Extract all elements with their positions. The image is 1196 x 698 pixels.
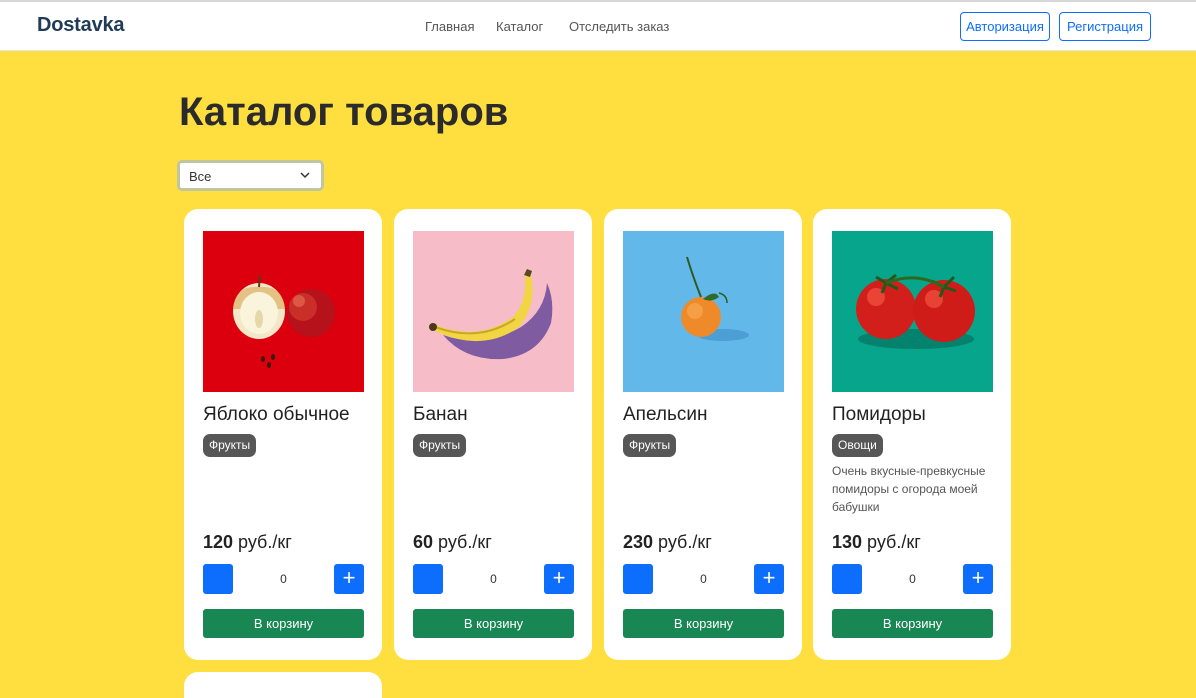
- decrease-quantity-button[interactable]: [203, 564, 233, 594]
- quantity-value: 0: [700, 572, 707, 586]
- navbar: Dostavka Главная Каталог Отследить заказ…: [0, 2, 1196, 51]
- add-to-cart-button[interactable]: В корзину: [413, 609, 574, 638]
- product-price: 120 руб./кг: [203, 532, 292, 553]
- add-to-cart-button[interactable]: В корзину: [623, 609, 784, 638]
- category-badge: Овощи: [832, 434, 883, 457]
- product-description: Очень вкусные-превкусные помидоры с огор…: [832, 464, 986, 514]
- orange-photo: [623, 231, 784, 392]
- add-to-cart-button[interactable]: В корзину: [832, 609, 993, 638]
- decrease-quantity-button[interactable]: [413, 564, 443, 594]
- tomato-photo: [832, 231, 993, 392]
- decrease-quantity-button[interactable]: [832, 564, 862, 594]
- price-value: 130: [832, 532, 863, 552]
- add-to-cart-button[interactable]: В корзину: [203, 609, 364, 638]
- price-unit: руб./кг: [653, 532, 712, 552]
- product-name: Банан: [413, 404, 468, 425]
- brand-logo[interactable]: Dostavka: [37, 14, 125, 37]
- price-value: 60: [413, 532, 434, 552]
- decrease-quantity-button[interactable]: [623, 564, 653, 594]
- apple-photo: [203, 231, 364, 392]
- category-filter-value: Все: [189, 169, 212, 184]
- price-unit: руб./кг: [433, 532, 492, 552]
- product-image-orange: [623, 231, 784, 392]
- nav-link-home[interactable]: Главная: [425, 19, 474, 34]
- price-unit: руб./кг: [862, 532, 921, 552]
- product-card: Банан Фрукты 60 руб./кг 0 + В корзину: [394, 209, 592, 660]
- product-card: Помидоры Овощи Очень вкусные-превкусные …: [813, 209, 1011, 660]
- product-card: Апельсин Фрукты 230 руб./кг 0 + В корзин…: [604, 209, 802, 660]
- quantity-value: 0: [909, 572, 916, 586]
- product-name: Апельсин: [623, 404, 708, 425]
- increase-quantity-button[interactable]: +: [544, 564, 574, 594]
- product-card-partial: [184, 672, 382, 698]
- product-price: 230 руб./кг: [623, 532, 712, 553]
- nav-link-track-order[interactable]: Отследить заказ: [569, 19, 669, 34]
- product-price: 60 руб./кг: [413, 532, 492, 553]
- category-badge: Фрукты: [413, 434, 467, 457]
- increase-quantity-button[interactable]: +: [334, 564, 364, 594]
- product-name: Яблоко обычное: [203, 404, 350, 425]
- quantity-value: 0: [490, 572, 497, 586]
- category-badge: Фрукты: [623, 434, 677, 457]
- price-unit: руб./кг: [233, 532, 292, 552]
- increase-quantity-button[interactable]: +: [963, 564, 993, 594]
- nav-link-catalog[interactable]: Каталог: [496, 19, 543, 34]
- category-filter-select[interactable]: Все: [177, 160, 324, 191]
- quantity-value: 0: [280, 572, 287, 586]
- product-image-apple: [203, 231, 364, 392]
- chevron-down-icon: [300, 172, 310, 179]
- product-price: 130 руб./кг: [832, 532, 921, 553]
- product-card: Яблоко обычное Фрукты 120 руб./кг 0 + В …: [184, 209, 382, 660]
- banana-photo: [413, 231, 574, 392]
- page-title: Каталог товаров: [179, 90, 509, 134]
- increase-quantity-button[interactable]: +: [754, 564, 784, 594]
- login-button[interactable]: Авторизация: [960, 12, 1050, 41]
- price-value: 120: [203, 532, 234, 552]
- price-value: 230: [623, 532, 654, 552]
- register-button[interactable]: Регистрация: [1059, 12, 1151, 41]
- product-image-banana: [413, 231, 574, 392]
- product-name: Помидоры: [832, 404, 926, 425]
- product-image-tomato: [832, 231, 993, 392]
- category-badge: Фрукты: [203, 434, 257, 457]
